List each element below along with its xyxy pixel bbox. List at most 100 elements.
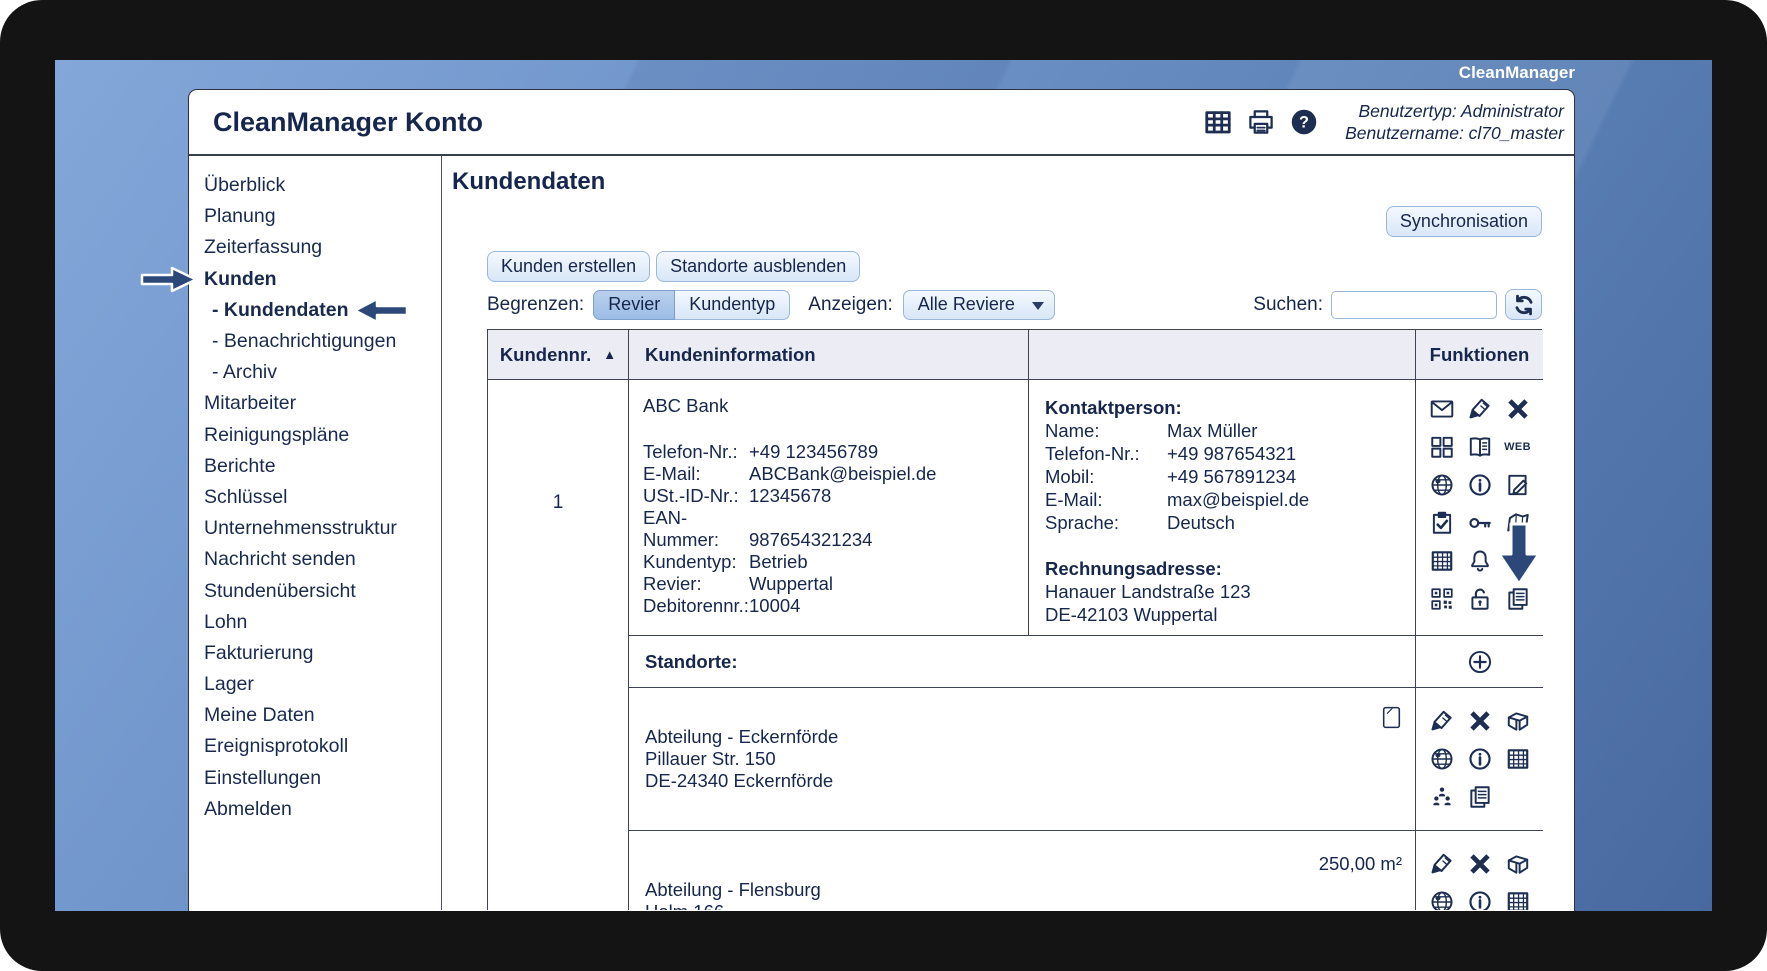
sidebar-item-ereignisprotokoll[interactable]: Ereignisprotokoll [204,731,441,762]
email-icon[interactable] [1423,390,1461,428]
sidebar-item-lohn[interactable]: Lohn [204,607,441,638]
limit-toggle-kundentyp[interactable]: Kundentyp [675,290,790,320]
location-city: DE-24340 Eckernförde [645,770,1415,792]
sidebar-item-kundendaten[interactable]: - Kundendaten [204,295,441,326]
column-header-kundennr[interactable]: Kundennr. ▲ [488,330,629,380]
delete-icon[interactable] [1461,702,1499,740]
edit-note-icon[interactable] [1499,466,1537,504]
billing-line: Hanauer Landstraße 123 [1045,580,1405,603]
sidebar-item-archiv[interactable]: - Archiv [204,357,441,388]
contact-row: Name:Max Müller [1045,419,1405,442]
delete-icon[interactable] [1461,845,1499,883]
highlighter-icon[interactable] [1423,845,1461,883]
info-icon[interactable] [1461,883,1499,910]
username-label: Benutzername: cl70_master [1345,122,1564,144]
sidebar-item-einstellungen[interactable]: Einstellungen [204,763,441,794]
calendar-icon[interactable] [1423,542,1461,580]
refresh-icon[interactable] [1511,292,1537,318]
selection-arrow-right-icon [140,266,198,293]
app-window: CleanManager Konto ? Benutzertyp: Admini… [188,89,1575,911]
sidebar-item-stundenuebersicht[interactable]: Stundenübersicht [204,575,441,606]
info-row: Kundentyp:Betrieb [643,551,1016,573]
usertype-label: Benutzertyp: Administrator [1345,100,1564,122]
sidebar-item-lager[interactable]: Lager [204,669,441,700]
content-area: Synchronisation Kunden erstellen Standor… [487,206,1542,910]
globe-icon[interactable] [1423,466,1461,504]
box-icon[interactable] [1499,702,1537,740]
selection-arrow-left-icon [353,297,409,324]
contact-row: Sprache:Deutsch [1045,511,1405,534]
highlighter-icon[interactable] [1461,390,1499,428]
sort-asc-icon[interactable]: ▲ [603,347,616,362]
documents-icon[interactable] [1461,778,1499,816]
unlock-icon[interactable] [1461,580,1499,618]
calendar-icon[interactable] [1499,740,1537,778]
company-group-icon[interactable] [1423,428,1461,466]
refresh-button[interactable] [1505,289,1542,320]
help-icon[interactable]: ? [1289,107,1319,137]
people-icon[interactable] [1423,778,1461,816]
reviere-select[interactable]: Alle Reviere [903,290,1055,320]
key-icon[interactable] [1461,504,1499,542]
column-header-funktionen: Funktionen [1416,330,1543,380]
location-name: Abteilung - Eckernförde [645,726,1415,748]
plus-circle-icon[interactable] [1467,649,1493,675]
sidebar-item-zeiterfassung[interactable]: Zeiterfassung [204,232,441,263]
location-street: Holm 166 [645,901,1415,910]
table-icon[interactable] [1203,107,1233,137]
info-icon[interactable] [1461,740,1499,778]
highlighter-icon[interactable] [1423,702,1461,740]
hide-locations-button[interactable]: Standorte ausblenden [656,251,860,282]
search-input[interactable] [1331,291,1497,319]
sidebar: Überblick Planung Zeiterfassung Kunden -… [189,156,442,910]
sidebar-item-benachrichtigungen[interactable]: - Benachrichtigungen [204,326,441,357]
info-row: USt.-ID-Nr.:12345678 [643,485,1016,507]
location-functions-cell [1416,688,1543,831]
search-group: Suchen: [1253,289,1542,320]
sidebar-item-reinigungsplaene[interactable]: Reinigungspläne [204,420,441,451]
globe-icon[interactable] [1423,883,1461,910]
sidebar-item-kunden[interactable]: Kunden [204,264,441,295]
info-row: EAN-Nummer:987654321234 [643,507,1016,551]
sidebar-item-mitarbeiter[interactable]: Mitarbeiter [204,388,441,419]
web-icon[interactable]: WEB [1499,428,1537,466]
header-right: ? Benutzertyp: Administrator Benutzernam… [1203,100,1566,144]
sidebar-item-meine-daten[interactable]: Meine Daten [204,700,441,731]
svg-text:?: ? [1299,114,1309,132]
sidebar-item-unternehmensstruktur[interactable]: Unternehmensstruktur [204,513,441,544]
printer-icon[interactable] [1246,107,1276,137]
delete-icon[interactable] [1499,390,1537,428]
billing-heading: Rechnungsadresse: [1045,557,1405,580]
show-label: Anzeigen: [808,294,893,316]
info-row: Telefon-Nr.:+49 123456789 [643,441,1016,463]
bell-icon[interactable] [1461,542,1499,580]
sidebar-item-fakturierung[interactable]: Fakturierung [204,638,441,669]
billing-line: DE-42103 Wuppertal [1045,603,1405,626]
limit-label: Begrenzen: [487,294,584,316]
brochure-icon[interactable] [1461,428,1499,466]
sidebar-item-abmelden[interactable]: Abmelden [204,794,441,825]
qr-code-icon[interactable] [1423,580,1461,618]
globe-icon[interactable] [1423,740,1461,778]
calendar-icon[interactable] [1499,883,1537,910]
info-icon[interactable] [1461,466,1499,504]
location-function-icons [1416,845,1543,910]
sidebar-item-nachricht-senden[interactable]: Nachricht senden [204,544,441,575]
customer-number-cell: 1 [488,380,629,910]
box-icon[interactable] [1499,845,1537,883]
sidebar-item-planung[interactable]: Planung [204,201,441,232]
info-row: Revier:Wuppertal [643,573,1016,595]
synchronisation-button[interactable]: Synchronisation [1386,206,1542,237]
create-customer-button[interactable]: Kunden erstellen [487,251,650,282]
note-icon[interactable] [1379,703,1404,732]
location-name: Abteilung - Flensburg [645,879,1415,901]
limit-toggle-group: Revier Kundentyp [593,290,790,320]
main-content: Kundendaten Synchronisation Kunden erste… [442,156,1574,910]
sidebar-item-ueberblick[interactable]: Überblick [204,170,441,201]
contact-row: Mobil:+49 567891234 [1045,465,1405,488]
sidebar-item-berichte[interactable]: Berichte [204,451,441,482]
customer-contact-cell: Kontaktperson: Name:Max Müller Telefon-N… [1029,380,1416,636]
sidebar-item-schluessel[interactable]: Schlüssel [204,482,441,513]
clipboard-check-icon[interactable] [1423,504,1461,542]
limit-toggle-revier[interactable]: Revier [593,290,675,320]
